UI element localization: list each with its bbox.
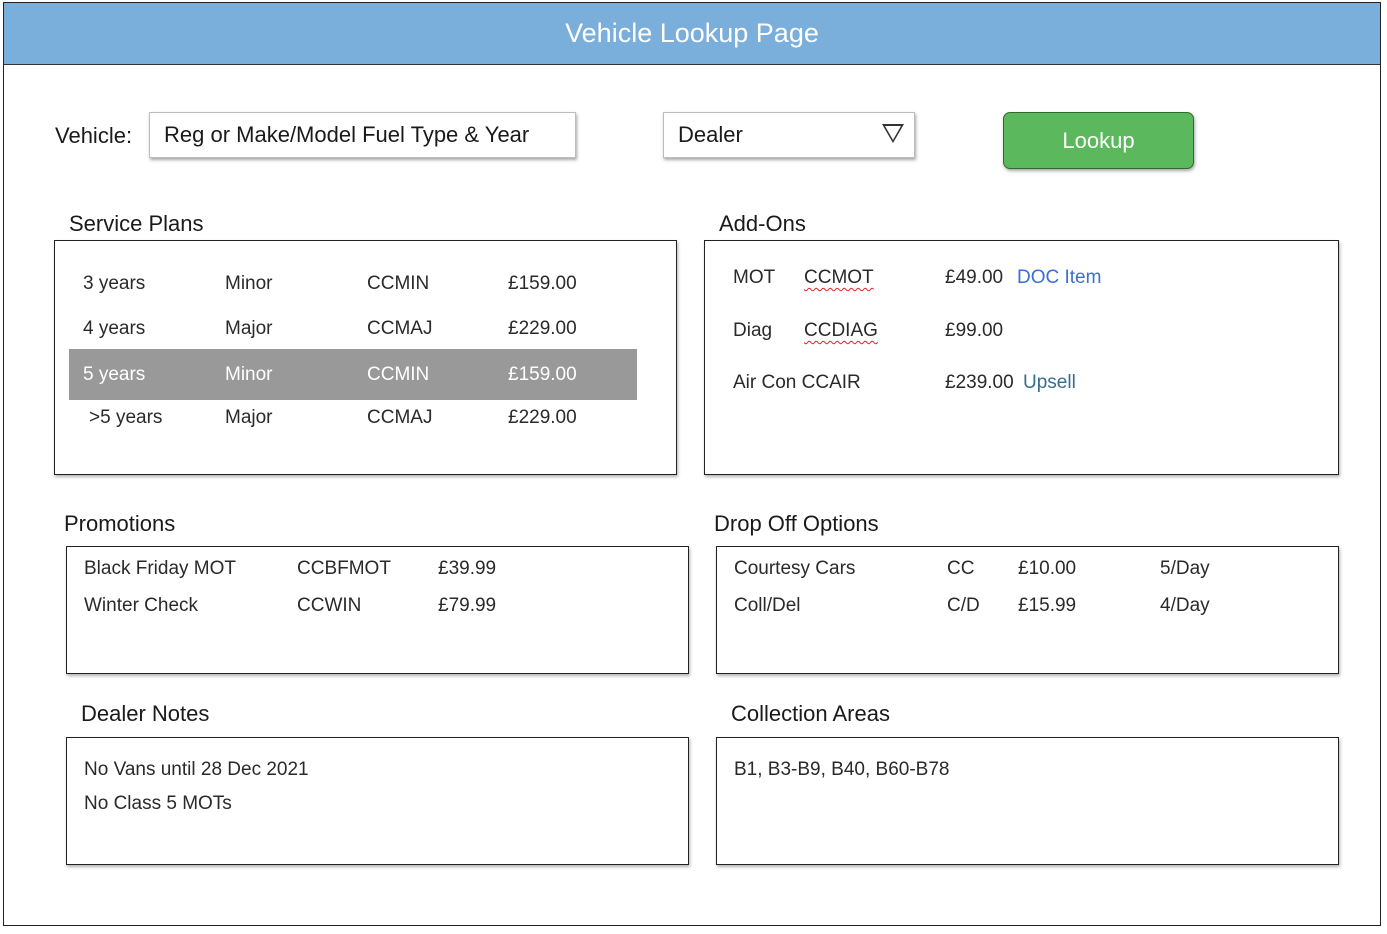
addon-price: £99.00	[945, 320, 1004, 341]
plan-type: Major	[225, 318, 273, 339]
vehicle-search-placeholder: Reg or Make/Model Fuel Type & Year	[164, 122, 530, 147]
dealer-select-value: Dealer	[678, 122, 743, 147]
upsell-link[interactable]: Upsell	[1023, 372, 1076, 394]
promotion-code: CCWIN	[297, 595, 362, 616]
plan-code: CCMAJ	[367, 407, 433, 428]
drop-off-limit: 4/Day	[1160, 595, 1210, 616]
service-plans-list: 3 years Minor CCMIN £159.00 4 years Majo…	[55, 241, 676, 474]
plan-period: 5 years	[83, 364, 146, 385]
plan-type: Minor	[225, 273, 273, 294]
service-plan-row[interactable]: 4 years Major CCMAJ £229.00	[69, 306, 637, 351]
plan-period: >5 years	[89, 407, 163, 428]
lookup-button[interactable]: Lookup	[1003, 112, 1194, 169]
collection-areas-panel: B1, B3-B9, B40, B60-B78	[716, 737, 1339, 865]
addon-name: Air Con CCAIR	[733, 372, 861, 393]
service-plan-row[interactable]: >5 years Major CCMAJ £229.00	[69, 400, 637, 445]
addon-name: MOT	[733, 267, 776, 288]
plan-code: CCMIN	[367, 364, 430, 385]
plan-type: Minor	[225, 364, 273, 385]
promotion-price: £79.99	[438, 595, 497, 616]
addon-price: £239.00	[945, 372, 1014, 393]
page-title: Vehicle Lookup Page	[4, 3, 1380, 65]
drop-off-price: £10.00	[1018, 558, 1077, 579]
collection-areas-text: B1, B3-B9, B40, B60-B78	[734, 759, 950, 780]
addon-code: CCDIAG	[804, 320, 878, 341]
drop-off-panel: Courtesy Cars CC £10.00 5/Day Coll/Del C…	[716, 546, 1339, 674]
dealer-note-line: No Vans until 28 Dec 2021	[84, 759, 309, 780]
addon-name: Diag	[733, 320, 773, 341]
drop-off-limit: 5/Day	[1160, 558, 1210, 579]
dealer-note-line: No Class 5 MOTs	[84, 793, 232, 814]
dropdown-arrow-icon	[882, 124, 904, 143]
drop-off-name: Coll/Del	[734, 595, 801, 616]
plan-code: CCMAJ	[367, 318, 433, 339]
promotion-name: Winter Check	[84, 595, 199, 616]
drop-off-code: CC	[947, 558, 975, 579]
plan-code: CCMIN	[367, 273, 430, 294]
promotions-panel: Black Friday MOT CCBFMOT £39.99 Winter C…	[66, 546, 689, 674]
vehicle-label: Vehicle:	[55, 123, 133, 148]
doc-item-link[interactable]: DOC Item	[1017, 267, 1101, 289]
dealer-notes-title: Dealer Notes	[81, 701, 210, 726]
drop-off-name: Courtesy Cars	[734, 558, 856, 579]
plan-price: £159.00	[508, 364, 577, 385]
addon-price: £49.00	[945, 267, 1004, 288]
addons-title: Add-Ons	[719, 211, 806, 236]
service-plan-row-selected[interactable]: 5 years Minor CCMIN £159.00	[69, 349, 637, 400]
promotions-title: Promotions	[64, 511, 176, 536]
promotion-price: £39.99	[438, 558, 497, 579]
promotion-code: CCBFMOT	[297, 558, 391, 579]
service-plans-title: Service Plans	[69, 211, 204, 236]
service-plans-panel: 3 years Minor CCMIN £159.00 4 years Majo…	[54, 240, 677, 475]
drop-off-price: £15.99	[1018, 595, 1077, 616]
plan-price: £229.00	[508, 318, 577, 339]
plan-type: Major	[225, 407, 273, 428]
dealer-select[interactable]: Dealer	[663, 112, 915, 158]
addon-code: CCMOT	[804, 267, 874, 288]
plan-period: 4 years	[83, 318, 146, 339]
drop-off-code: C/D	[947, 595, 980, 616]
addons-panel: MOT CCMOT £49.00 DOC Item Diag CCDIAG £9…	[704, 240, 1339, 475]
promotion-name: Black Friday MOT	[84, 558, 237, 579]
page-frame: Vehicle Lookup Page Vehicle: Reg or Make…	[3, 2, 1381, 926]
plan-price: £229.00	[508, 407, 577, 428]
vehicle-search-input[interactable]: Reg or Make/Model Fuel Type & Year	[149, 112, 576, 158]
plan-price: £159.00	[508, 273, 577, 294]
drop-off-title: Drop Off Options	[714, 511, 879, 536]
service-plan-row[interactable]: 3 years Minor CCMIN £159.00	[69, 261, 637, 306]
dealer-notes-panel: No Vans until 28 Dec 2021 No Class 5 MOT…	[66, 737, 689, 865]
plan-period: 3 years	[83, 273, 146, 294]
collection-areas-title: Collection Areas	[731, 701, 890, 726]
